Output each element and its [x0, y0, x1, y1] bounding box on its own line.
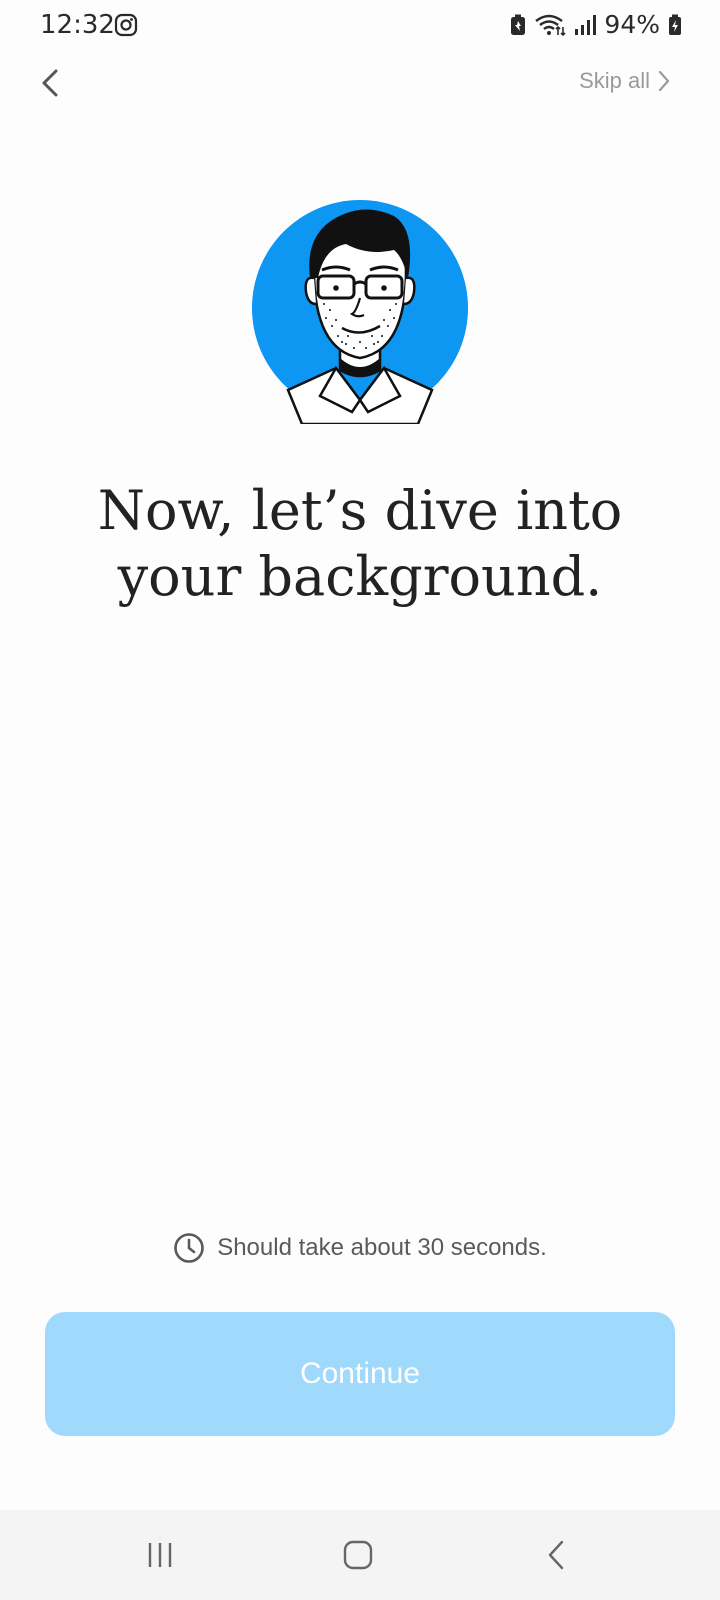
onboarding-screen: 12:32 94% Skip all Now, let’s dive into …	[0, 0, 720, 1600]
chevron-right-icon	[658, 70, 670, 92]
continue-button[interactable]: Continue	[45, 1312, 675, 1436]
battery-saver-icon	[510, 13, 526, 37]
home-button[interactable]	[328, 1530, 388, 1580]
status-time: 12:32	[40, 10, 115, 40]
duration-text: Should take about 30 seconds.	[217, 1234, 547, 1261]
recents-button[interactable]	[130, 1530, 190, 1580]
person-illustration	[248, 200, 472, 426]
home-icon	[343, 1540, 373, 1570]
skip-all-button[interactable]: Skip all	[579, 68, 670, 94]
battery-icon	[668, 13, 682, 37]
recents-icon	[148, 1543, 172, 1567]
battery-percent: 94%	[604, 10, 660, 39]
status-right-icons: 94%	[510, 10, 682, 39]
system-nav-bar	[0, 1510, 720, 1600]
instagram-icon	[114, 13, 138, 37]
duration-note: Should take about 30 seconds.	[0, 1232, 720, 1264]
wifi-icon	[534, 13, 566, 37]
system-back-button[interactable]	[526, 1530, 586, 1580]
back-button[interactable]	[30, 62, 70, 104]
status-bar: 12:32 94%	[0, 0, 720, 52]
back-icon	[548, 1540, 564, 1570]
clock-icon	[174, 1233, 205, 1263]
page-title: Now, let’s dive into your background.	[97, 479, 623, 608]
skip-all-label: Skip all	[579, 68, 650, 93]
signal-icon	[574, 13, 597, 37]
chevron-left-icon	[42, 69, 58, 97]
